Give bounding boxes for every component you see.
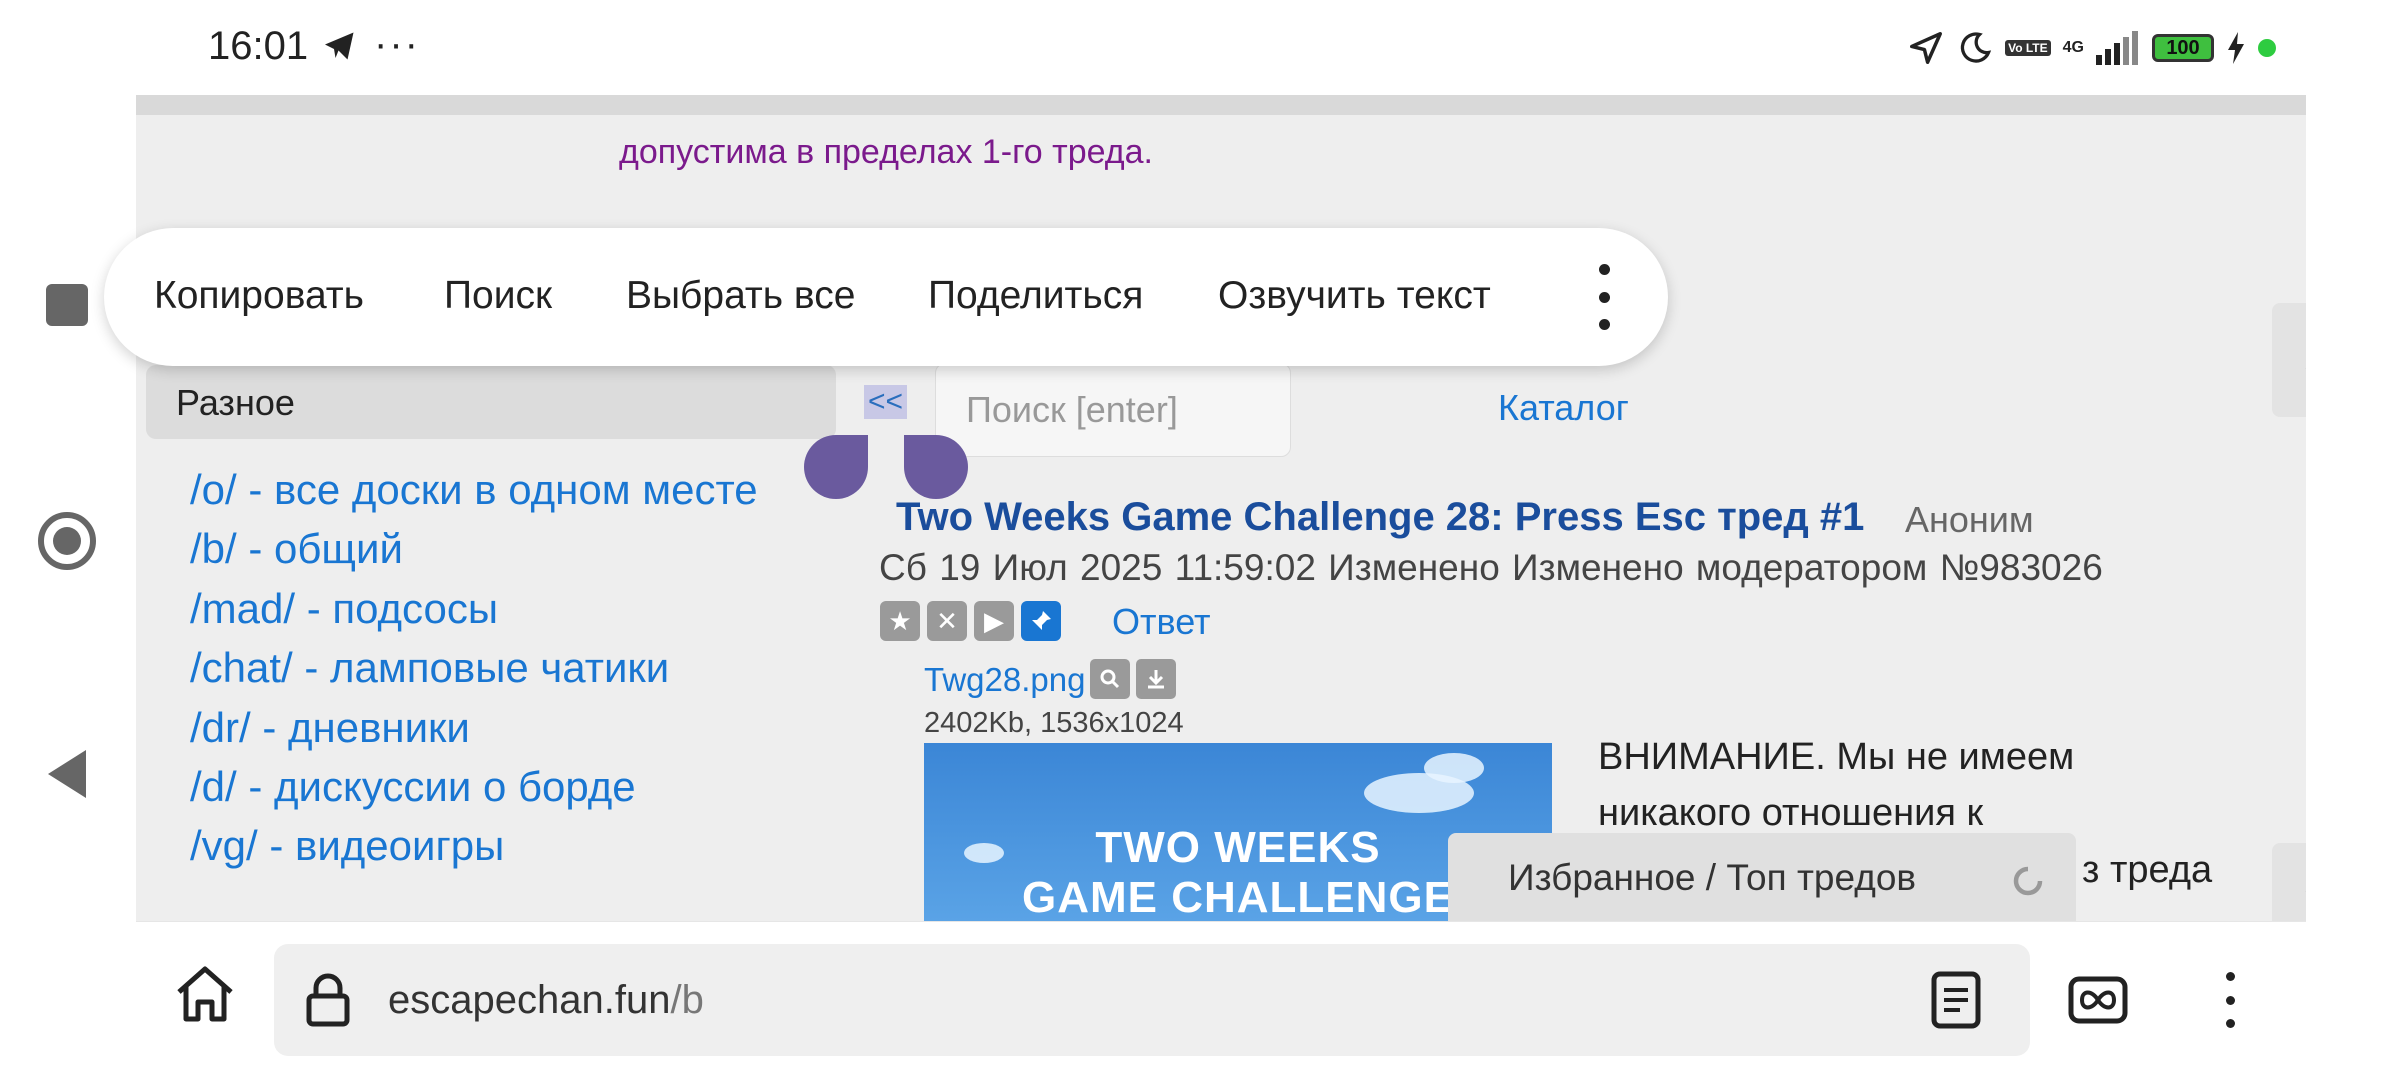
refresh-icon[interactable]: [2010, 863, 2046, 899]
catalog-link[interactable]: Каталог: [1498, 387, 1629, 429]
tabs-icon[interactable]: [2068, 976, 2128, 1024]
search-input[interactable]: [936, 364, 1290, 456]
post-action-icons: ★ ✕ ▶: [880, 601, 1061, 641]
charging-icon: [2228, 32, 2244, 64]
post-author: Аноним: [1905, 499, 2034, 540]
board-link-o[interactable]: /o/ - все доски в одном месте: [190, 460, 758, 519]
browser-menu-icon[interactable]: [2224, 972, 2236, 1028]
post-meta: Сб 19 Июл 2025 11:59:02 Изменено Изменен…: [879, 547, 2103, 588]
menu-select-all[interactable]: Выбрать все: [626, 274, 855, 318]
star-icon[interactable]: ★: [880, 601, 920, 641]
board-link-chat[interactable]: /chat/ - ламповые чатики: [190, 638, 758, 697]
url-path: /b: [670, 978, 704, 1022]
sidebar-category-header[interactable]: Разное: [146, 365, 836, 439]
battery-level: 100: [2166, 36, 2200, 59]
address-bar[interactable]: escapechan.fun/b: [274, 944, 2030, 1056]
attachment-file-name[interactable]: Twg28.png: [924, 661, 1085, 699]
menu-copy[interactable]: Копировать: [154, 274, 364, 318]
status-icons: Vo LTE 4G 100: [1907, 26, 2276, 70]
board-link-dr[interactable]: /dr/ - дневники: [190, 698, 758, 757]
play-icon[interactable]: ▶: [974, 601, 1014, 641]
search-image-icon[interactable]: [1090, 659, 1130, 699]
moon-icon: [1960, 32, 1992, 63]
more-notifications-icon: ···: [374, 22, 420, 66]
url-domain: escapechan.fun: [388, 978, 671, 1022]
board-link-d[interactable]: /d/ - дискуссии о борде: [190, 757, 758, 816]
more-options-icon[interactable]: [1584, 264, 1624, 330]
chevron-down-icon: [2305, 891, 2306, 892]
status-bar: 16:01 ··· Vo LTE 4G 100: [0, 0, 2306, 95]
menu-search[interactable]: Поиск: [444, 274, 552, 318]
post-body-tail: з треда: [2082, 849, 2213, 891]
text-selection-menu: Копировать Поиск Выбрать все Поделиться …: [104, 228, 1668, 366]
signal-icon: [2096, 31, 2138, 65]
sidebar-category-label: Разное: [176, 382, 295, 423]
battery-icon: 100: [2152, 34, 2214, 62]
clock: 16:01: [208, 24, 309, 68]
download-icon[interactable]: [1136, 659, 1176, 699]
favorites-label: Избранное / Топ тредов: [1508, 857, 1917, 898]
thread-title[interactable]: Two Weeks Game Challenge 28: Press Esc т…: [896, 495, 1864, 540]
privacy-indicator: [2258, 39, 2276, 57]
volte-icon: Vo LTE: [2005, 40, 2051, 56]
menu-share[interactable]: Поделиться: [928, 274, 1143, 318]
home-nav-button[interactable]: [36, 510, 98, 572]
recent-apps-button[interactable]: [46, 284, 88, 326]
home-icon[interactable]: [174, 964, 236, 1024]
board-list: /o/ - все доски в одном месте /b/ - общи…: [190, 460, 758, 876]
search-box: [935, 363, 1291, 457]
network-type: 4G: [2062, 39, 2084, 56]
location-icon: [1910, 32, 1943, 64]
rules-notice: допустима в пределах 1-го треда.: [619, 133, 1153, 171]
reply-link[interactable]: Ответ: [1112, 601, 1211, 643]
telegram-icon: [325, 32, 354, 60]
attachment-file-info: 2402Kb, 1536x1024: [924, 707, 1184, 739]
selection-handle-end[interactable]: [904, 435, 968, 499]
selection-handle-start[interactable]: [804, 435, 868, 499]
pin-icon[interactable]: [1021, 601, 1061, 641]
lock-icon[interactable]: [304, 972, 352, 1028]
collapse-sidebar-button[interactable]: <<: [864, 385, 908, 419]
post-body: ВНИМАНИЕ. Мы не имеем никакого отношения…: [1598, 736, 2075, 834]
page-top-divider: [136, 95, 2306, 115]
board-link-vg[interactable]: /vg/ - видеоигры: [190, 816, 758, 875]
scroll-bottom-button[interactable]: [2272, 843, 2306, 921]
board-link-b[interactable]: /b/ - общий: [190, 519, 758, 578]
reader-mode-icon[interactable]: [1930, 970, 1982, 1030]
favorites-panel[interactable]: Избранное / Топ тредов: [1448, 833, 2076, 921]
chevron-up-icon: [2305, 368, 2306, 369]
board-link-mad[interactable]: /mad/ - подсосы: [190, 579, 758, 638]
url-text: escapechan.fun/b: [388, 978, 704, 1023]
scroll-top-button[interactable]: [2272, 303, 2306, 417]
hide-icon[interactable]: ✕: [927, 601, 967, 641]
menu-read-aloud[interactable]: Озвучить текст: [1218, 274, 1491, 318]
web-page: допустима в пределах 1-го треда. Разное …: [136, 95, 2306, 921]
back-nav-button[interactable]: [46, 748, 88, 800]
